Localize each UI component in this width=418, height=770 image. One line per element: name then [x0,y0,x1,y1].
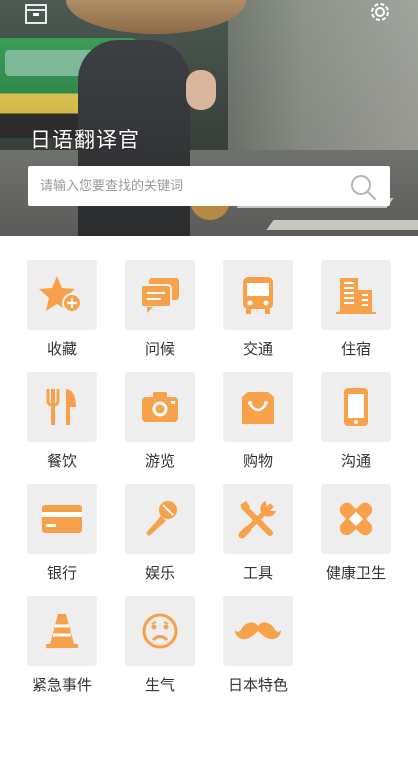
app-title: 日语翻译官 [30,128,140,152]
category-tools[interactable]: 工具 [217,460,299,582]
microphone-icon [125,484,195,554]
category-label: 紧急事件 [31,676,92,694]
category-lodging[interactable]: 住宿 [315,236,397,358]
search-input[interactable] [28,167,340,205]
category-japan-features[interactable]: 日本特色 [217,572,299,694]
category-favorites[interactable]: 收藏 [21,236,103,358]
buildings-icon [321,260,391,330]
category-label: 生气 [144,676,175,694]
traffic-cone-icon [27,596,97,666]
search-bar [28,166,390,206]
category-greetings[interactable]: 问候 [119,236,201,358]
cutlery-icon [27,372,97,442]
category-health[interactable]: 健康卫生 [315,460,397,582]
camera-icon [125,372,195,442]
box-icon[interactable] [20,0,52,28]
tools-icon [223,484,293,554]
category-communication[interactable]: 沟通 [315,348,397,470]
category-shopping[interactable]: 购物 [217,348,299,470]
mustache-icon [223,596,293,666]
category-label: 日本特色 [227,676,288,694]
chat-bubbles-icon [125,260,195,330]
shopping-bag-icon [223,372,293,442]
sad-face-icon [125,596,195,666]
monk-hand [186,70,216,110]
category-angry[interactable]: 生气 [119,572,201,694]
star-add-icon [27,260,97,330]
category-entertainment[interactable]: 娱乐 [119,460,201,582]
category-bank[interactable]: 银行 [21,460,103,582]
crosswalk-stripe [266,220,418,230]
category-label: 健康卫生 [325,564,386,582]
category-emergency[interactable]: 紧急事件 [21,572,103,694]
phone-icon [321,372,391,442]
bus-icon [223,260,293,330]
credit-card-icon [27,484,97,554]
bandage-icon [321,484,391,554]
category-sightseeing[interactable]: 游览 [119,348,201,470]
search-icon[interactable] [348,172,378,202]
category-dining[interactable]: 餐饮 [21,348,103,470]
gear-icon[interactable] [364,0,396,28]
top-bar [0,0,418,36]
category-transport[interactable]: 交通 [217,236,299,358]
